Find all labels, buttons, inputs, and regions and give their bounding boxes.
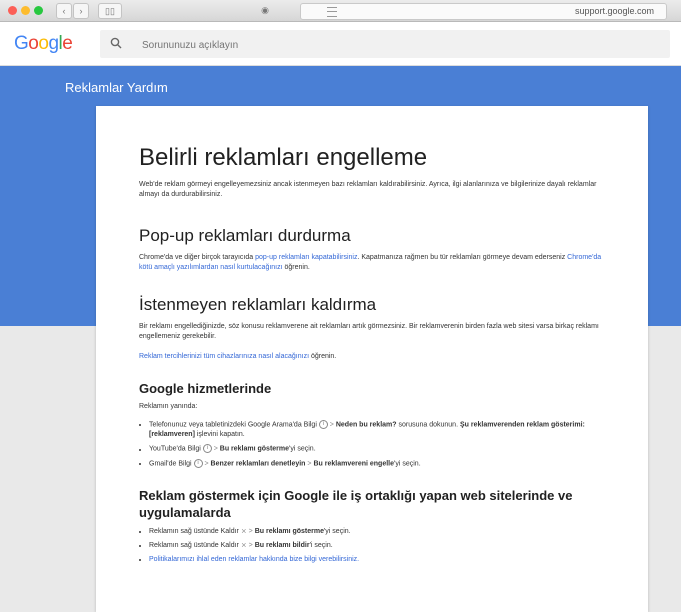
help-center-title[interactable]: Reklamlar Yardım xyxy=(65,80,168,95)
item-text: 'yi seçin. xyxy=(394,460,421,468)
forward-button[interactable]: › xyxy=(73,3,89,19)
article-card: Belirli reklamları engelleme Web'de rekl… xyxy=(96,106,648,612)
zoom-window-button[interactable] xyxy=(34,6,43,15)
chevron-right-icon: > xyxy=(248,528,253,536)
article-body: Belirli reklamları engelleme Web'de rekl… xyxy=(139,144,614,569)
chevron-right-icon: > xyxy=(213,445,218,453)
address-bar[interactable]: support.google.com xyxy=(300,3,667,20)
item-text: YouTube'da Bilgi xyxy=(149,445,201,453)
partners-list: Reklamın sağ üstünde Kaldır ⨯ > Bu rekla… xyxy=(139,527,614,565)
item-text: işlevini kapatın. xyxy=(194,431,245,439)
item-bold: Neden bu reklam? xyxy=(335,421,397,429)
list-item: Politikalarımızı ihlal eden reklamlar ha… xyxy=(149,555,614,565)
item-text: Reklamın sağ üstünde Kaldır xyxy=(149,528,239,536)
close-icon: ⨯ xyxy=(240,528,247,536)
chevron-right-icon: > xyxy=(248,542,253,550)
google-services-label: Reklamın yanında: xyxy=(139,403,198,410)
item-bold: Bu reklamı gösterme xyxy=(254,528,324,536)
ad-preferences-link-after: öğrenin. xyxy=(309,353,337,360)
item-text: Telefonunuz veya tabletinizdeki Google A… xyxy=(149,421,317,429)
article-intro: Web'de reklam görmeyi engelleyemezsiniz … xyxy=(139,181,597,198)
ad-preferences-link[interactable]: Reklam tercihlerinizi tüm cihazlarınıza … xyxy=(139,353,309,360)
item-text: 'i seçin. xyxy=(309,542,333,550)
google-logo[interactable]: Google xyxy=(14,33,73,55)
sidebar-icon: ▯▯ xyxy=(105,6,115,16)
partners-section-title: Reklam göstermek için Google ile iş orta… xyxy=(139,488,573,521)
close-icon: ⨯ xyxy=(240,542,247,550)
info-icon: i xyxy=(193,458,203,468)
item-bold: Bu reklamvereni engelle xyxy=(313,460,395,468)
popup-text-after: öğrenin. xyxy=(282,264,310,271)
popup-text-middle: . Kapatmanıza rağmen bu tür reklamları g… xyxy=(357,254,568,261)
list-item: Gmail'de Bilgi i > Benzer reklamları den… xyxy=(149,458,614,469)
item-bold: Benzer reklamları denetleyin xyxy=(210,460,306,468)
popup-disable-link[interactable]: pop-up reklamları kapatabilirsiniz xyxy=(255,254,357,261)
item-text: sorusuna dokunun. xyxy=(396,421,460,429)
search-icon xyxy=(110,37,122,49)
report-ad-link[interactable]: Politikalarımızı ihlal eden reklamlar ha… xyxy=(149,556,359,563)
shield-icon: ◉ xyxy=(261,5,269,15)
sidebar-button[interactable]: ▯▯ xyxy=(98,3,122,19)
item-text: Reklamın sağ üstünde Kaldır xyxy=(149,542,239,550)
item-bold: Bu reklamı gösterme xyxy=(219,445,290,453)
list-item: Reklamın sağ üstünde Kaldır ⨯ > Bu rekla… xyxy=(149,541,614,551)
popup-section-title: Pop-up reklamları durdurma xyxy=(139,226,351,245)
chevron-right-icon: > xyxy=(204,460,209,468)
article-title: Belirli reklamları engelleme xyxy=(139,144,428,171)
item-text: 'yi seçin. xyxy=(289,445,316,453)
chevron-right-icon: > xyxy=(307,460,312,468)
browser-toolbar: ‹ › ▯▯ ◉ support.google.com xyxy=(0,0,681,22)
remove-section-text: Bir reklamı engellediğinizde, söz konusu… xyxy=(139,323,599,340)
close-window-button[interactable] xyxy=(8,6,17,15)
back-button[interactable]: ‹ xyxy=(56,3,72,19)
search-input[interactable] xyxy=(140,35,644,55)
shield-button[interactable]: ◉ xyxy=(255,3,275,17)
list-item: Telefonunuz veya tabletinizdeki Google A… xyxy=(149,420,614,440)
item-text: Gmail'de Bilgi xyxy=(149,460,192,468)
item-bold: Bu reklamı bildir xyxy=(254,542,310,550)
info-icon: i xyxy=(202,444,212,454)
minimize-window-button[interactable] xyxy=(21,6,30,15)
popup-text-before: Chrome'da ve diğer birçok tarayıcıda xyxy=(139,254,256,261)
chevron-right-icon: › xyxy=(79,6,83,16)
google-services-title: Google hizmetlerinde xyxy=(139,381,272,396)
info-icon: i xyxy=(318,420,328,429)
google-services-list: Telefonunuz veya tabletinizdeki Google A… xyxy=(139,420,614,469)
list-item: Reklamın sağ üstünde Kaldır ⨯ > Bu rekla… xyxy=(149,527,614,537)
remove-section-title: İstenmeyen reklamları kaldırma xyxy=(139,295,377,314)
chevron-left-icon: ‹ xyxy=(62,6,66,16)
list-item: YouTube'da Bilgi i > Bu reklamı gösterme… xyxy=(149,444,614,454)
search-box[interactable] xyxy=(100,30,670,58)
google-header: Google xyxy=(0,22,681,66)
reader-icon xyxy=(327,7,337,17)
url-text: support.google.com xyxy=(574,6,654,16)
item-text: 'yi seçin. xyxy=(323,528,351,536)
chevron-right-icon: > xyxy=(329,421,334,429)
popup-section-text: Chrome'da ve diğer birçok tarayıcıda pop… xyxy=(139,253,614,273)
remove-section-link-line: Reklam tercihlerinizi tüm cihazlarınıza … xyxy=(139,352,614,362)
